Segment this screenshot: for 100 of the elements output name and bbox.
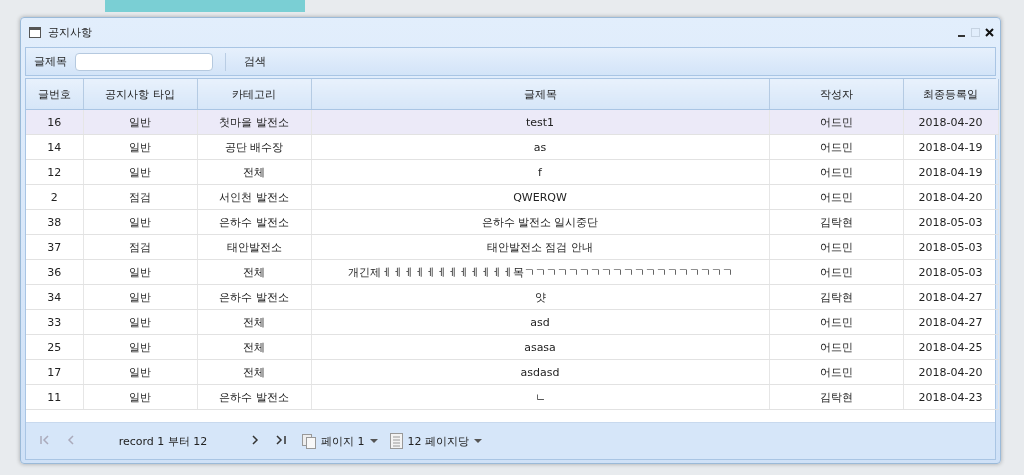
table-cell: 37 [26, 234, 83, 260]
table-cell: 34 [26, 284, 83, 310]
table-cell: 일반 [83, 359, 197, 385]
table-cell: 점검 [83, 234, 197, 260]
caret-icon [369, 438, 378, 444]
table-cell: asasa [311, 334, 769, 360]
table-cell: 14 [26, 134, 83, 160]
table-cell: asd [311, 309, 769, 335]
table-cell: 2018-04-19 [903, 159, 998, 185]
table-cell: 2018-04-20 [903, 184, 998, 210]
window-title: 공지사항 [48, 25, 92, 40]
table-cell: 17 [26, 359, 83, 385]
table-row[interactable]: 25 일반 전체 asasa 어드민 2018-04-25 [26, 334, 998, 360]
table-cell: 2 [26, 184, 83, 210]
table-row[interactable]: 37 점검 태안발전소 태안발전소 점검 안내 어드민 2018-05-03 [26, 234, 998, 260]
table-cell: 어드민 [769, 234, 903, 260]
column-header[interactable]: 글번호 [26, 79, 83, 110]
column-header[interactable]: 공지사항 타입 [83, 79, 197, 110]
table-cell: 2018-05-03 [903, 259, 998, 285]
table-cell: 25 [26, 334, 83, 360]
table-cell: 33 [26, 309, 83, 335]
page-dropdown[interactable]: 페이지 1 [300, 433, 380, 449]
column-header[interactable]: 카테고리 [197, 79, 311, 110]
column-header[interactable]: 작성자 [769, 79, 903, 110]
search-button[interactable]: 검색 [238, 54, 272, 69]
table-cell: 태안발전소 점검 안내 [311, 234, 769, 260]
table-row[interactable]: 11 일반 은하수 발전소 ㄴ 김탁현 2018-04-23 [26, 384, 998, 410]
table-row[interactable]: 36 일반 전체 개긴제ㅔㅔㅔㅔㅔㅔㅔㅔㅔㅔㅔㅔ목ㄱㄱㄱㄱㄱㄱㄱㄱㄱㄱㄱㄱㄱㄱㄱㄱㄱㄱㄱ 어드민 2018-05-03 [26, 259, 998, 285]
table-cell: 어드민 [769, 134, 903, 160]
chevron-left-icon [66, 435, 76, 445]
table-row[interactable]: 17 일반 전체 asdasd 어드민 2018-04-20 [26, 359, 998, 385]
table-cell: 어드민 [769, 334, 903, 360]
table-cell: 전체 [197, 309, 311, 335]
column-header[interactable]: 최종등록일 [903, 79, 998, 110]
table-cell: f [311, 159, 769, 185]
table-cell: 2018-04-20 [903, 109, 998, 135]
table-cell: 일반 [83, 284, 197, 310]
table-cell: 김탁현 [769, 284, 903, 310]
table-cell: ㄴ [311, 384, 769, 410]
table-cell: 은하수 발전소 [197, 384, 311, 410]
table-cell: 어드민 [769, 109, 903, 135]
table-cell: 어드민 [769, 359, 903, 385]
table-cell: 김탁현 [769, 209, 903, 235]
table-cell: 2018-05-03 [903, 234, 998, 260]
table-row[interactable]: 38 일반 은하수 발전소 은하수 발전소 일시중단 김탁현 2018-05-03 [26, 209, 998, 235]
table-cell: QWERQW [311, 184, 769, 210]
table-cell: 38 [26, 209, 83, 235]
table-cell: 일반 [83, 159, 197, 185]
table-cell: 전체 [197, 159, 311, 185]
table-cell: 2018-04-27 [903, 309, 998, 335]
table-cell: 일반 [83, 334, 197, 360]
table-cell: 태안발전소 [197, 234, 311, 260]
window-icon [29, 27, 41, 38]
table-cell: 일반 [83, 384, 197, 410]
table-cell: 첫마을 발전소 [197, 109, 311, 135]
column-header[interactable]: 글제목 [311, 79, 769, 110]
table-cell: 어드민 [769, 184, 903, 210]
table-cell: 전체 [197, 259, 311, 285]
table-row[interactable]: 33 일반 전체 asd 어드민 2018-04-27 [26, 309, 998, 335]
table-row[interactable]: 14 일반 공단 배수장 as 어드민 2018-04-19 [26, 134, 998, 160]
table-cell: 일반 [83, 259, 197, 285]
table-row[interactable]: 2 점검 서인천 발전소 QWERQW 어드민 2018-04-20 [26, 184, 998, 210]
table-cell: 얏 [311, 284, 769, 310]
table-cell: 일반 [83, 309, 197, 335]
table-cell: 일반 [83, 209, 197, 235]
table-row[interactable]: 12 일반 전체 f 어드민 2018-04-19 [26, 159, 998, 185]
table-cell: 일반 [83, 134, 197, 160]
close-icon[interactable] [985, 28, 994, 37]
list-icon [389, 433, 403, 449]
table-cell: 11 [26, 384, 83, 410]
table-cell: 전체 [197, 334, 311, 360]
table-row[interactable]: 16 일반 첫마을 발전소 test1 어드민 2018-04-20 [26, 109, 998, 135]
table-row[interactable]: 34 일반 은하수 발전소 얏 김탁현 2018-04-27 [26, 284, 998, 310]
page-size-dropdown[interactable]: 12 페이지당 [387, 433, 484, 449]
table-cell: 2018-04-23 [903, 384, 998, 410]
pages-icon [302, 433, 316, 449]
first-page-icon [40, 435, 50, 445]
table-cell: 어드민 [769, 259, 903, 285]
table-cell: 김탁현 [769, 384, 903, 410]
table-cell: 개긴제ㅔㅔㅔㅔㅔㅔㅔㅔㅔㅔㅔㅔ목ㄱㄱㄱㄱㄱㄱㄱㄱㄱㄱㄱㄱㄱㄱㄱㄱㄱㄱㄱ [311, 259, 769, 285]
table-cell: 2018-04-20 [903, 359, 998, 385]
table-cell: 일반 [83, 109, 197, 135]
table-cell: 2018-04-27 [903, 284, 998, 310]
table-cell: 공단 배수장 [197, 134, 311, 160]
table-cell: 전체 [197, 359, 311, 385]
table-cell: 12 [26, 159, 83, 185]
table-cell: 은하수 발전소 [197, 284, 311, 310]
record-range-text: record 1 부터 12 [117, 433, 209, 449]
last-page-icon [276, 435, 288, 445]
caret-icon [474, 438, 482, 444]
table-cell: 서인천 발전소 [197, 184, 311, 210]
table-cell: 어드민 [769, 159, 903, 185]
table-cell: 16 [26, 109, 83, 135]
table-cell: 2018-05-03 [903, 209, 998, 235]
table-cell: 점검 [83, 184, 197, 210]
table-cell: 은하수 발전소 [197, 209, 311, 235]
search-field[interactable] [75, 52, 213, 71]
table-cell: 2018-04-25 [903, 334, 998, 360]
table-cell: 36 [26, 259, 83, 285]
table-cell: test1 [311, 109, 769, 135]
